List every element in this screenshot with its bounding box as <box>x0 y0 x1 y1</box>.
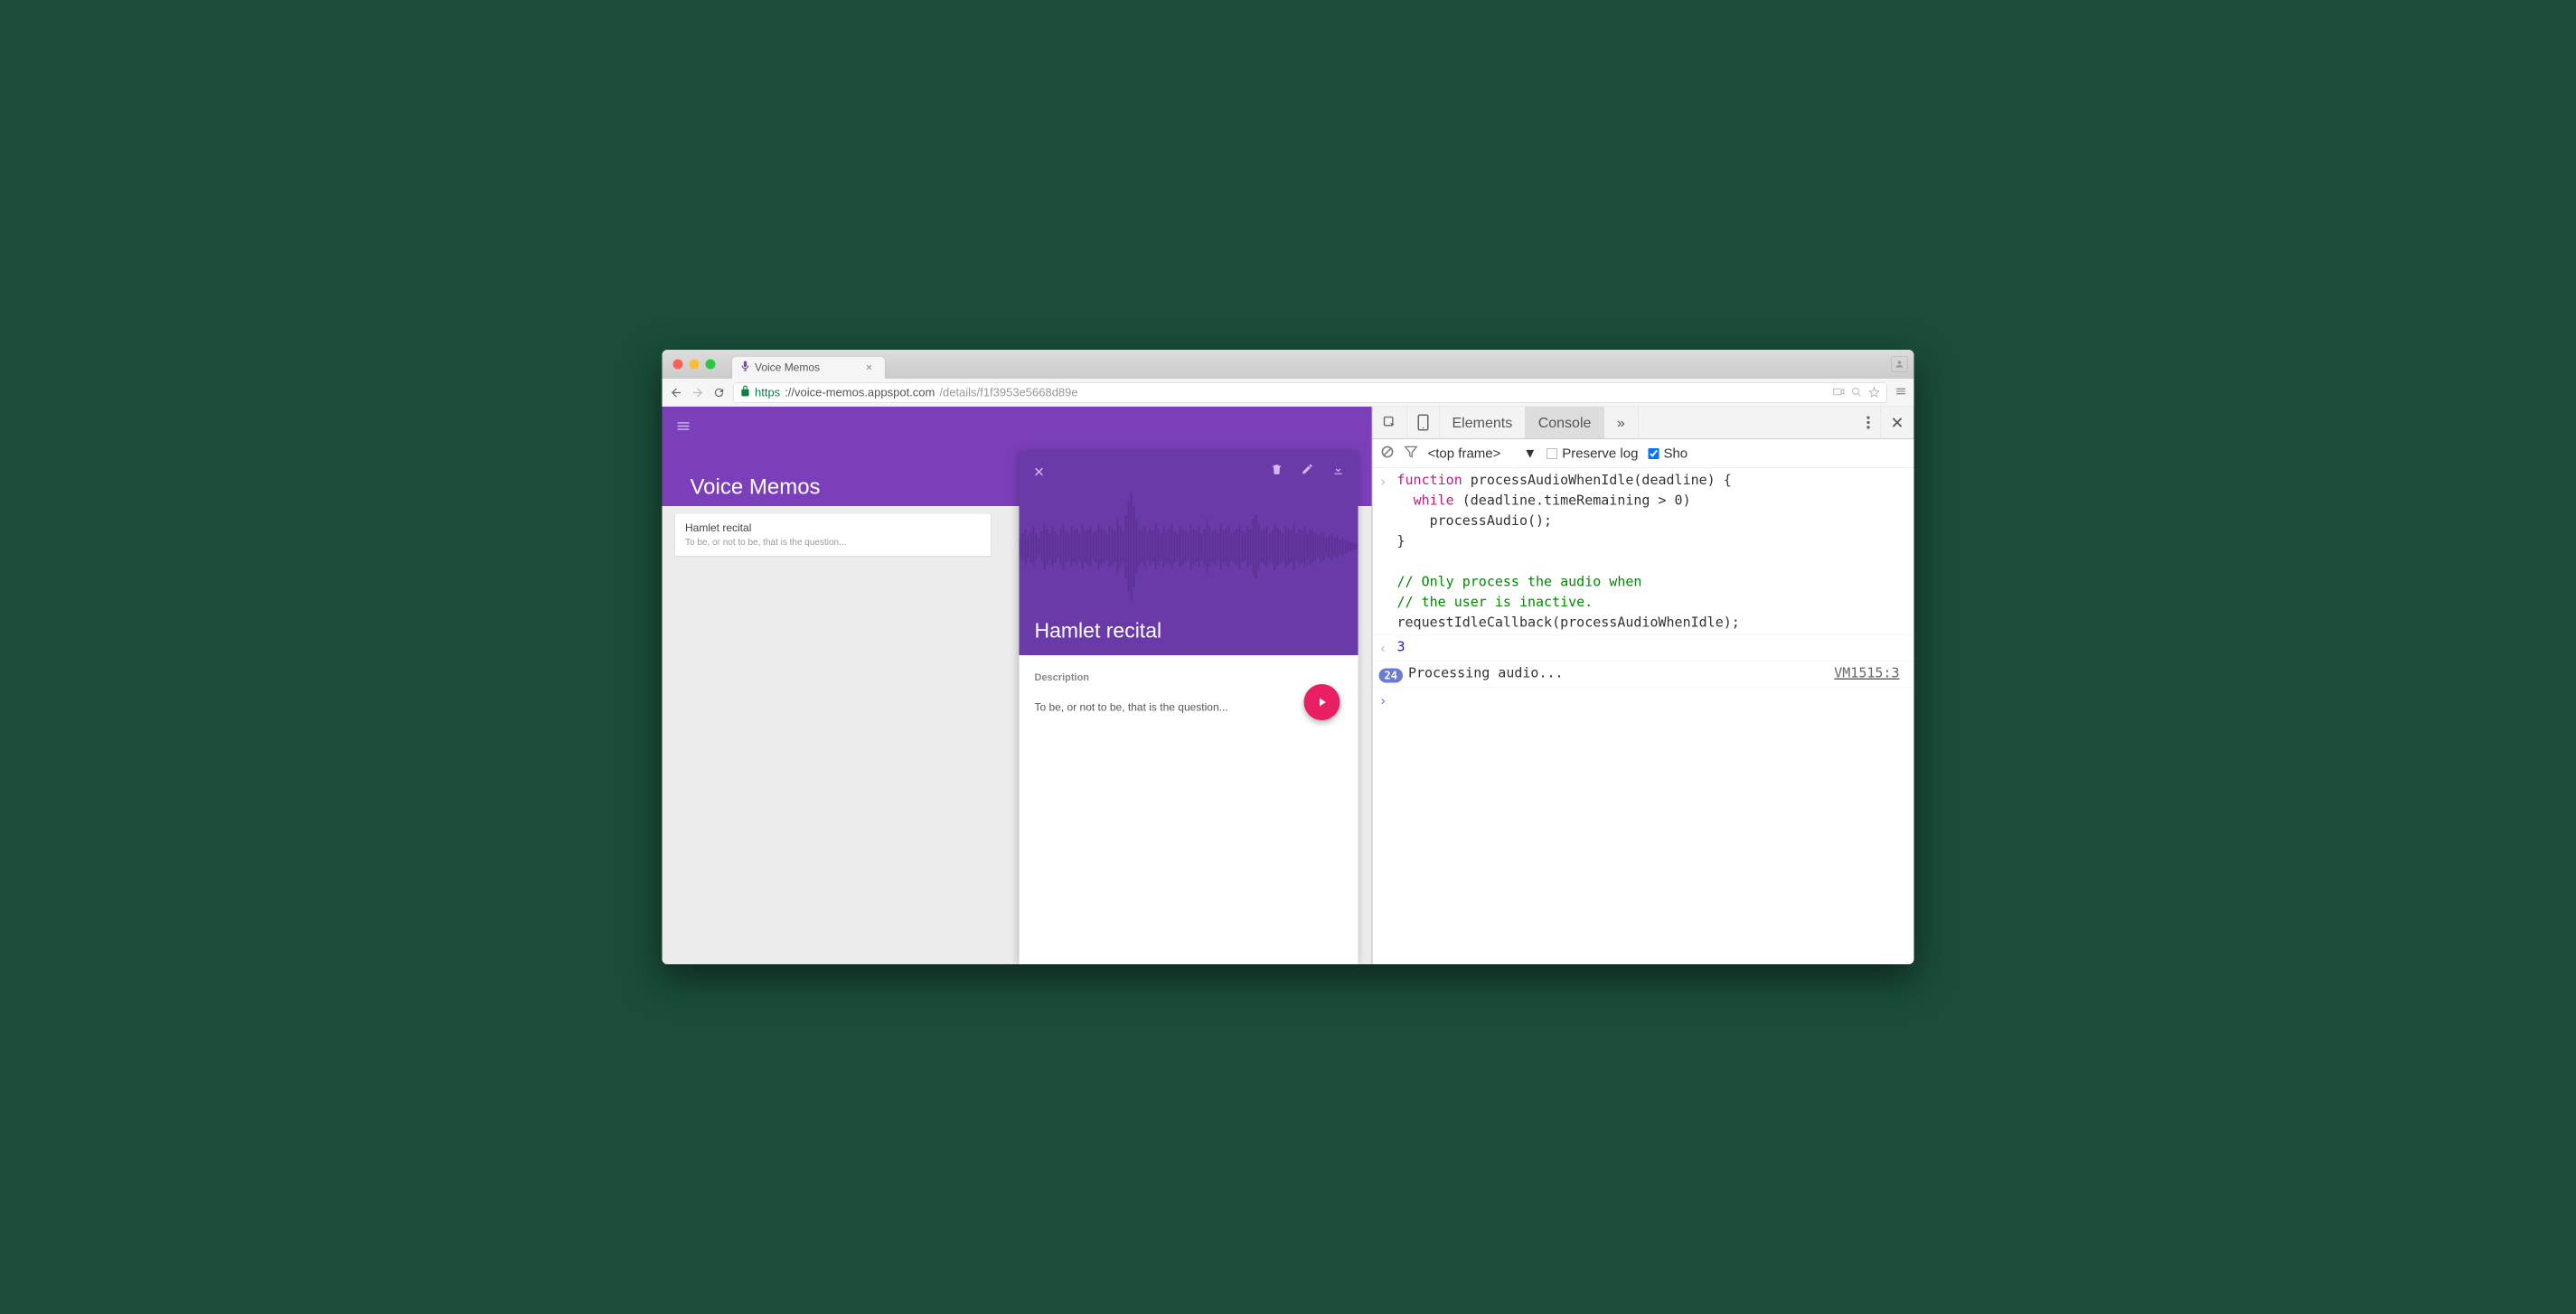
console-prompt-row[interactable]: › <box>1373 688 1914 714</box>
content-area: Voice Memos Hamlet recital To be, or not… <box>663 407 1914 964</box>
devtools-pane: Elements Console » <top f <box>1372 407 1914 964</box>
chevron-down-icon: ▼ <box>1523 446 1537 461</box>
devtools-tab-bar: Elements Console » <box>1373 407 1914 439</box>
url-input[interactable]: https ://voice-memos.appspot.com /detail… <box>734 382 1887 402</box>
back-button[interactable] <box>670 386 683 399</box>
url-host: ://voice-memos.appspot.com <box>785 386 935 400</box>
console-code: function processAudioWhenIdle(deadline) … <box>1397 470 1908 633</box>
profile-button[interactable] <box>1892 356 1908 372</box>
execution-context-selector[interactable]: <top frame> ▼ <box>1428 446 1537 461</box>
description-text: To be, or not to be, that is the questio… <box>1035 701 1343 714</box>
edit-icon[interactable] <box>1302 463 1314 479</box>
close-window-button[interactable] <box>673 360 683 370</box>
preserve-log-label: Preserve log <box>1562 446 1638 461</box>
devtools-menu-icon[interactable] <box>1857 407 1882 438</box>
reload-button[interactable] <box>713 386 726 399</box>
console-result-row: ‹ 3 <box>1373 635 1914 662</box>
chrome-tab-strip: Voice Memos × <box>663 350 1914 379</box>
show-input[interactable] <box>1648 448 1659 459</box>
show-checkbox[interactable]: Sho <box>1648 446 1688 461</box>
console-result: 3 <box>1397 639 1406 655</box>
lock-icon <box>740 385 750 400</box>
log-message: Processing audio... <box>1408 663 1834 684</box>
zoom-icon[interactable] <box>1851 387 1862 398</box>
window-controls <box>669 360 716 370</box>
memo-list: Hamlet recital To be, or not to be, that… <box>675 513 992 557</box>
memo-list-item[interactable]: Hamlet recital To be, or not to be, that… <box>675 513 992 557</box>
address-bar: https ://voice-memos.appspot.com /detail… <box>663 379 1914 407</box>
filter-icon[interactable] <box>1405 446 1418 462</box>
inspect-element-icon[interactable] <box>1373 407 1408 438</box>
url-protocol: https <box>755 386 780 400</box>
detail-hero: Hamlet recital <box>1020 452 1359 655</box>
tab-elements[interactable]: Elements <box>1440 407 1526 438</box>
tab-more[interactable]: » <box>1604 407 1638 438</box>
console-log-row: 24 Processing audio... VM1515:3 <box>1373 662 1914 688</box>
preserve-log-checkbox[interactable]: Preserve log <box>1547 446 1638 461</box>
console-input-row: › function processAudioWhenIdle(deadline… <box>1373 468 1914 635</box>
browser-window: Voice Memos × https ://voice-memos.appsp… <box>663 350 1914 964</box>
bookmark-star-icon[interactable] <box>1868 387 1880 399</box>
play-icon <box>1315 695 1329 709</box>
description-label: Description <box>1035 671 1343 683</box>
tab-title: Voice Memos <box>755 361 820 374</box>
omnibox-actions <box>1833 387 1880 399</box>
log-count-badge: 24 <box>1379 669 1403 683</box>
console-body[interactable]: › function processAudioWhenIdle(deadline… <box>1373 468 1914 964</box>
memo-item-title: Hamlet recital <box>685 522 981 535</box>
maximize-window-button[interactable] <box>706 360 716 370</box>
camera-icon[interactable] <box>1833 387 1845 397</box>
app-title: Voice Memos <box>691 474 821 500</box>
log-source-link[interactable]: VM1515:3 <box>1834 663 1907 684</box>
detail-title: Hamlet recital <box>1035 618 1162 643</box>
mic-icon <box>741 361 749 375</box>
tab-console[interactable]: Console <box>1526 407 1604 438</box>
preserve-log-input[interactable] <box>1547 448 1557 459</box>
console-prompt-chevron-icon: › <box>1379 690 1397 712</box>
chrome-menu-button[interactable] <box>1895 386 1907 400</box>
minimize-window-button[interactable] <box>690 360 700 370</box>
tab-close-icon[interactable]: × <box>866 361 872 374</box>
show-label: Sho <box>1663 446 1688 461</box>
hamburger-icon[interactable] <box>676 418 691 436</box>
download-icon[interactable] <box>1332 463 1345 479</box>
delete-icon[interactable] <box>1271 463 1283 479</box>
browser-tab[interactable]: Voice Memos × <box>732 356 886 379</box>
console-input-chevron-icon: › <box>1379 470 1397 493</box>
forward-button[interactable] <box>691 386 705 399</box>
detail-actions <box>1271 463 1345 479</box>
console-toolbar: <top frame> ▼ Preserve log Sho <box>1373 439 1914 468</box>
memo-item-description: To be, or not to be, that is the questio… <box>685 538 981 549</box>
device-mode-icon[interactable] <box>1407 407 1440 438</box>
devtools-close-icon[interactable] <box>1881 407 1914 438</box>
play-fab[interactable] <box>1304 684 1340 720</box>
console-result-chevron-icon: ‹ <box>1379 637 1397 660</box>
waveform-visual <box>1020 488 1359 605</box>
memo-detail-card: Hamlet recital Description To be, or not… <box>1020 452 1359 964</box>
url-path: /details/f1f3953e5668d89e <box>939 386 1077 400</box>
clear-console-icon[interactable] <box>1381 445 1395 462</box>
context-label: <top frame> <box>1428 446 1501 461</box>
close-detail-icon[interactable] <box>1033 465 1046 481</box>
app-pane: Voice Memos Hamlet recital To be, or not… <box>663 407 1372 964</box>
